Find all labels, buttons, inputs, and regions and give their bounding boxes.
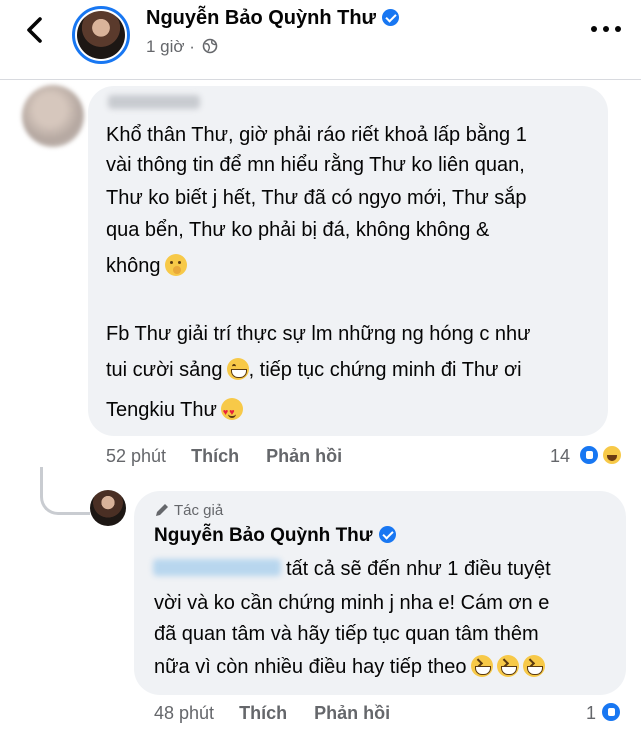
post-meta: 1 giờ · <box>146 37 218 57</box>
reply-line: đã quan tâm và hãy tiếp tục quan tâm thê… <box>154 623 539 645</box>
laughing-face-emoji-icon <box>522 655 545 677</box>
comment-line: vài thông tin để mn hiểu rằng Thư ko liê… <box>106 154 525 176</box>
reply-button[interactable]: Phản hồi <box>266 446 342 466</box>
header-avatar[interactable] <box>72 6 130 64</box>
comment-line-text: không <box>106 255 161 277</box>
haha-reaction-icon[interactable] <box>601 444 623 466</box>
reply-line-text: nữa vì còn nhiều điều hay tiếp theo <box>154 656 467 678</box>
comment-line: Khổ thân Thư, giờ phải ráo riết khoả lấp… <box>106 124 527 146</box>
verified-badge-icon <box>382 9 400 26</box>
comment-line: tui cười sảng , tiếp tục chứng minh đi Th… <box>106 358 522 382</box>
comment-line-text: Tengkiu Thư <box>106 399 217 421</box>
like-button[interactable]: Thích <box>191 446 239 466</box>
comment-line-text: tui cười sảng <box>106 359 223 381</box>
comment-actions: 52 phút Thích Phản hồi <box>106 446 342 467</box>
reply-line: nữa vì còn nhiều điều hay tiếp theo <box>154 655 545 679</box>
more-dots-icon[interactable] <box>591 26 621 34</box>
commenter-avatar[interactable] <box>22 85 84 147</box>
reply-author-name[interactable]: Nguyễn Bảo Quỳnh Thư <box>154 525 396 547</box>
header-name-text: Nguyễn Bảo Quỳnh Thư <box>146 7 377 29</box>
reply-avatar[interactable] <box>90 490 126 526</box>
reply-line: vời và ko cần chứng minh j nha e! Cám ơn… <box>154 592 550 614</box>
like-reaction-icon[interactable] <box>578 444 600 466</box>
pencil-icon <box>156 504 168 516</box>
hushed-face-emoji-icon <box>164 254 187 276</box>
meta-separator: · <box>189 37 195 56</box>
chevron-left-icon[interactable] <box>20 14 52 46</box>
comment-line: không <box>106 254 187 278</box>
comment-line: Thư ko biết j hết, Thư đã có ngyo mới, T… <box>106 187 527 209</box>
author-badge: Tác giả <box>154 502 223 519</box>
thread-connector <box>40 467 90 515</box>
grinning-face-emoji-icon <box>226 358 249 380</box>
reaction-count[interactable]: 1 <box>586 703 596 724</box>
comment-time: 52 phút <box>106 446 167 466</box>
comment-line: Tengkiu Thư <box>106 398 243 424</box>
like-reaction-icon[interactable] <box>600 701 622 723</box>
reaction-count[interactable]: 14 <box>550 446 570 467</box>
reply-time: 48 phút <box>154 703 215 723</box>
reply-button[interactable]: Phản hồi <box>314 703 390 723</box>
commenter-name-blurred <box>108 95 200 109</box>
post-time: 1 giờ <box>146 37 185 56</box>
reply-line: tất cả sẽ đến như 1 điều tuyệt <box>286 558 551 580</box>
mentioned-user-blurred[interactable] <box>153 559 281 576</box>
page-title[interactable]: Nguyễn Bảo Quỳnh Thư <box>146 7 400 30</box>
comment-line-text: , tiếp tục chứng minh đi Thư ơi <box>248 359 522 381</box>
heart-eyes-emoji-icon <box>220 398 243 424</box>
verified-badge-icon <box>378 526 396 543</box>
reply-author-name-text: Nguyễn Bảo Quỳnh Thư <box>154 525 373 546</box>
comment-line: Fb Thư giải trí thực sự lm những ng hóng… <box>106 323 531 345</box>
like-button[interactable]: Thích <box>239 703 287 723</box>
post-header: Nguyễn Bảo Quỳnh Thư 1 giờ · <box>0 0 641 80</box>
reply-actions: 48 phút Thích Phản hồi <box>154 703 390 724</box>
author-badge-label: Tác giả <box>174 502 224 519</box>
laughing-face-emoji-icon <box>496 655 519 677</box>
laughing-face-emoji-icon <box>470 655 493 677</box>
globe-icon <box>202 38 218 54</box>
comment-line: qua bển, Thư ko phải bị đá, không không … <box>106 219 490 241</box>
